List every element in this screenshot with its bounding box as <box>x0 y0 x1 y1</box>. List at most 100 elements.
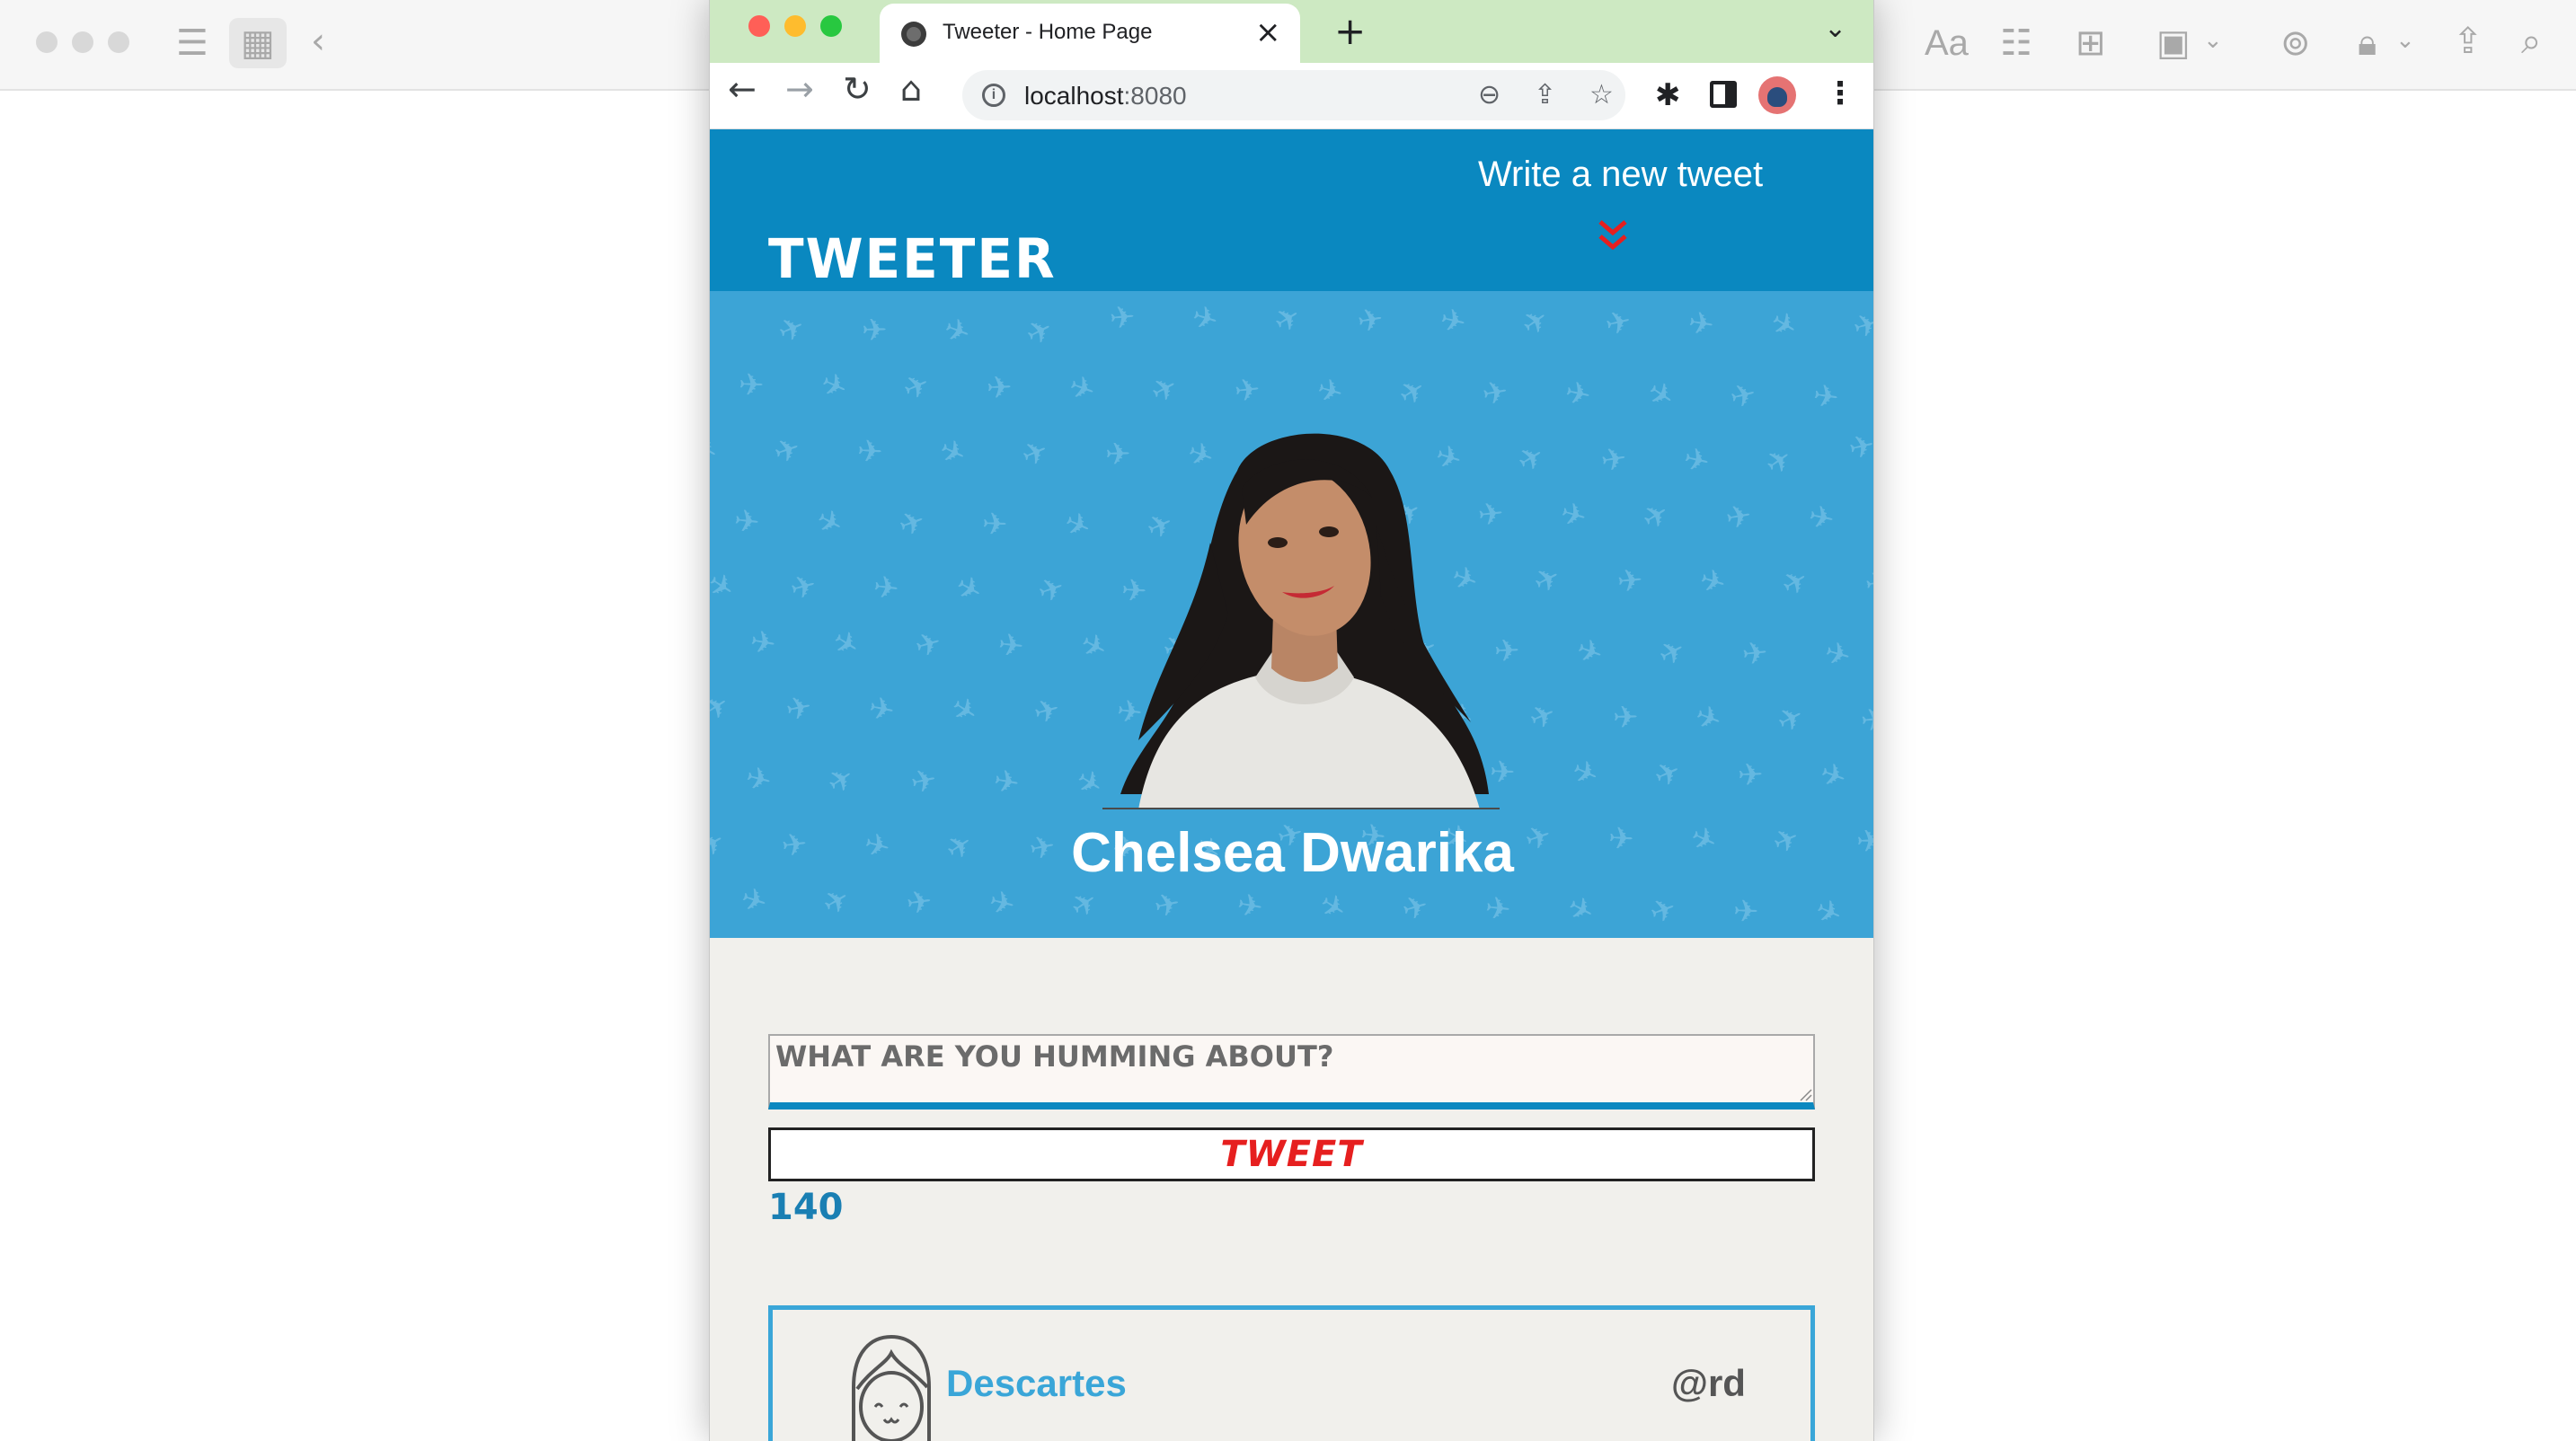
collaborate-icon[interactable]: ⊚ <box>2280 25 2311 61</box>
window-zoom-button[interactable] <box>820 15 842 37</box>
bird-pattern-icon: ✈ <box>894 502 930 544</box>
chevron-down-icon[interactable]: ⌄ <box>2203 29 2223 52</box>
checklist-icon[interactable]: ☷ <box>2000 25 2032 61</box>
grid-view-icon[interactable]: ▦ <box>241 25 275 61</box>
bird-pattern-icon: ✈ <box>732 503 762 542</box>
bird-pattern-icon: ✈ <box>949 568 988 612</box>
bird-pattern-icon: ✈ <box>1805 498 1837 538</box>
bird-pattern-icon: ✈ <box>865 690 898 730</box>
bookmark-star-icon[interactable]: ☆ <box>1589 79 1614 111</box>
tweet-card: Descartes @rd <box>768 1305 1815 1441</box>
bird-pattern-icon: ✈ <box>783 689 815 729</box>
bird-pattern-icon: ✈ <box>1313 371 1347 412</box>
bird-pattern-icon: ✈ <box>1020 311 1059 355</box>
bird-pattern-icon: ✈ <box>1515 300 1556 344</box>
bird-pattern-icon: ✈ <box>1393 370 1433 414</box>
window-minimize-button[interactable] <box>784 15 806 37</box>
table-icon[interactable]: ⊞ <box>2076 25 2106 61</box>
bird-pattern-icon: ✈ <box>826 622 866 666</box>
tweet-author-name[interactable]: Descartes <box>946 1362 1127 1405</box>
bird-pattern-icon: ✈ <box>742 759 775 800</box>
bird-pattern-icon: ✈ <box>1480 374 1511 413</box>
search-icon[interactable]: ⌕ <box>2521 23 2541 59</box>
bird-pattern-icon: ✈ <box>1511 438 1552 482</box>
resize-handle-icon[interactable] <box>1799 1088 1813 1102</box>
bird-pattern-icon: ✈ <box>1810 377 1841 417</box>
bird-pattern-icon: ✈ <box>1815 755 1851 797</box>
profile-avatar[interactable] <box>1758 76 1796 114</box>
bird-pattern-icon: ✈ <box>1566 752 1604 795</box>
compose-toggle-label[interactable]: Write a new tweet <box>1478 155 1763 195</box>
bird-pattern-icon: ✈ <box>1571 631 1607 673</box>
zoom-icon[interactable]: ⊖ <box>1478 79 1500 111</box>
globe-icon <box>901 22 926 47</box>
bird-pattern-icon: ✈ <box>810 501 849 545</box>
bird-pattern-icon: ✈ <box>1849 305 1873 348</box>
side-panel-icon[interactable] <box>1710 81 1737 108</box>
bird-pattern-icon: ✈ <box>1437 301 1470 341</box>
bird-pattern-icon: ✈ <box>986 370 1013 407</box>
forward-arrow-icon[interactable]: → <box>785 72 814 106</box>
bird-pattern-icon: ✈ <box>1064 882 1105 926</box>
tweet-author-handle: @rd <box>1671 1362 1746 1404</box>
bird-pattern-icon: ✈ <box>856 433 884 470</box>
chevron-down-icon[interactable]: ⌄ <box>1824 13 1846 44</box>
tweet-textarea[interactable] <box>768 1034 1815 1109</box>
window-close-button[interactable] <box>748 15 770 37</box>
more-menu-icon[interactable]: ⋮ <box>1825 75 1855 111</box>
bird-pattern-icon: ✈ <box>1863 564 1873 604</box>
bird-pattern-icon: ✈ <box>934 431 972 474</box>
bird-pattern-icon: ✈ <box>996 627 1026 666</box>
media-icon[interactable]: ▣ <box>2156 25 2191 61</box>
lock-icon[interactable]: 🔒︎ <box>2358 25 2377 61</box>
tweet-author-avatar <box>852 1334 931 1441</box>
window-minimize-inactive[interactable] <box>72 31 93 53</box>
bird-pattern-icon: ✈ <box>1680 440 1713 481</box>
bird-pattern-icon: ✈ <box>1598 440 1629 480</box>
window-close-inactive[interactable] <box>36 31 58 53</box>
back-arrow-icon[interactable]: ← <box>728 72 757 106</box>
bird-pattern-icon: ✈ <box>1145 368 1184 412</box>
share-icon[interactable]: ⇪ <box>1534 79 1556 111</box>
bird-pattern-icon: ✈ <box>1355 301 1385 340</box>
bird-pattern-icon: ✈ <box>820 758 862 802</box>
browser-toolbar: ← → ↻ ⌂ i localhost:8080 ⊖ ⇪ ☆ ✱ ⋮ <box>710 63 1873 129</box>
reload-icon[interactable]: ↻ <box>843 72 872 106</box>
tweet-submit-button[interactable]: Tweet <box>768 1127 1815 1181</box>
bird-pattern-icon: ✈ <box>1030 691 1064 732</box>
bird-pattern-icon: ✈ <box>1235 887 1266 926</box>
bird-pattern-icon: ✈ <box>1690 697 1727 740</box>
bird-pattern-icon: ✈ <box>786 567 820 608</box>
list-view-icon[interactable]: ☰ <box>176 25 208 61</box>
tab-strip: Tweeter - Home Page × + ⌄ <box>710 0 1873 63</box>
chevron-down-icon[interactable]: ⌄ <box>2395 29 2415 52</box>
bird-pattern-icon: ✈ <box>1058 504 1096 547</box>
back-icon[interactable]: ‹ <box>311 23 325 59</box>
tab-tweeter-home[interactable]: Tweeter - Home Page × <box>880 4 1300 63</box>
address-bar[interactable]: i localhost:8080 ⊖ ⇪ ☆ <box>962 70 1625 120</box>
site-nav: Tweeter Write a new tweet <box>710 129 1873 291</box>
character-counter: 140 <box>768 1187 844 1228</box>
double-chevron-down-icon[interactable] <box>1598 219 1628 253</box>
bird-pattern-icon: ✈ <box>1151 885 1183 925</box>
new-tab-icon[interactable]: + <box>1334 9 1366 53</box>
extensions-puzzle-icon[interactable]: ✱ <box>1655 77 1681 113</box>
site-logo[interactable]: Tweeter <box>768 226 1057 290</box>
bird-pattern-icon: ✈ <box>1188 298 1223 340</box>
bird-pattern-icon: ✈ <box>1649 753 1686 796</box>
bird-pattern-icon: ✈ <box>1737 757 1764 794</box>
home-icon[interactable]: ⌂ <box>900 72 922 106</box>
share-icon[interactable]: ⇪ <box>2453 23 2483 59</box>
window-zoom-inactive[interactable] <box>108 31 129 53</box>
bird-pattern-icon: ✈ <box>1771 698 1810 742</box>
bird-pattern-icon: ✈ <box>872 569 901 607</box>
format-text-icon[interactable]: Aa <box>1925 25 1969 61</box>
bird-pattern-icon: ✈ <box>748 623 779 663</box>
bird-pattern-icon: ✈ <box>1556 495 1590 536</box>
bird-pattern-icon: ✈ <box>898 366 935 409</box>
bird-pattern-icon: ✈ <box>943 688 985 732</box>
close-icon[interactable]: × <box>1255 14 1281 50</box>
bird-pattern-icon: ✈ <box>1686 305 1716 344</box>
site-info-icon[interactable]: i <box>982 84 1005 107</box>
bird-pattern-icon: ✈ <box>1723 498 1755 537</box>
